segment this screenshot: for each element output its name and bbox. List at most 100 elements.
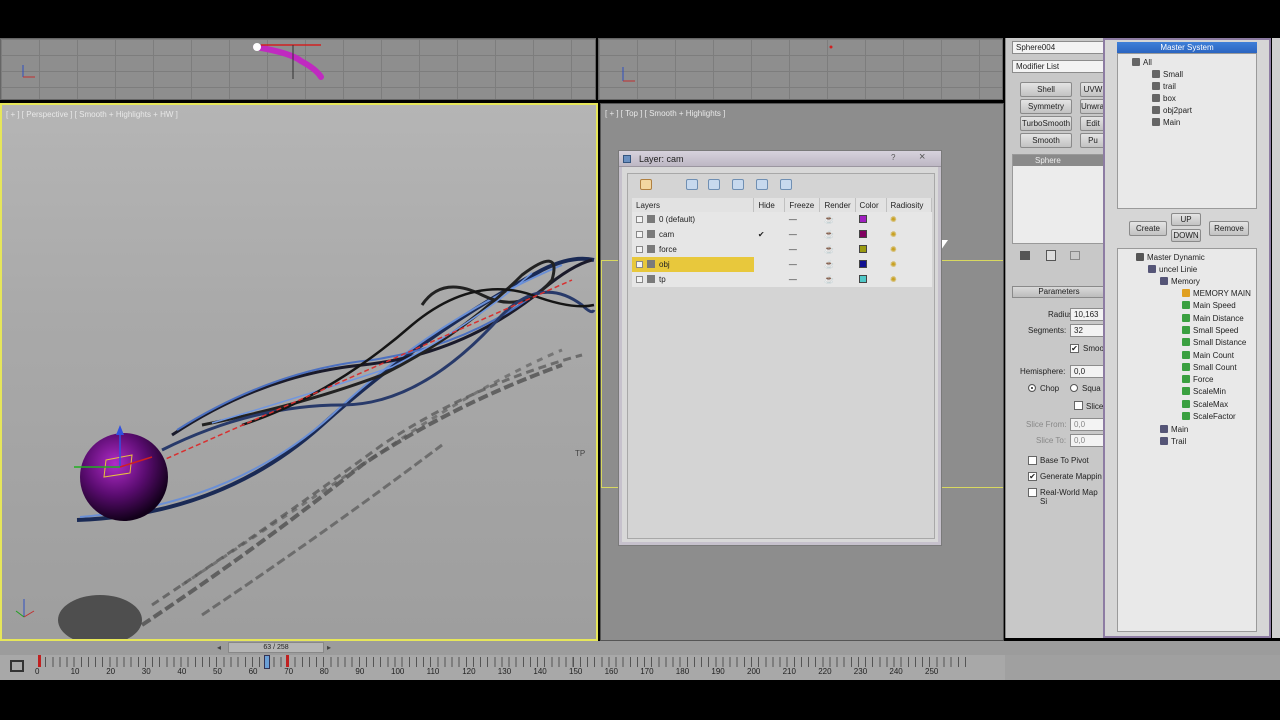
color-swatch[interactable] (859, 259, 868, 268)
make-unique-icon[interactable] (1070, 251, 1080, 260)
col-freeze[interactable]: Freeze (784, 198, 821, 212)
slice-from-input[interactable]: 0,0 (1070, 418, 1106, 431)
layer-name[interactable]: 0 (default) (632, 212, 754, 227)
tree-operator-node[interactable]: Small Speed (1182, 325, 1238, 336)
radiosity-toggle[interactable]: ✺ (886, 272, 931, 287)
smooth-button[interactable]: Smooth (1020, 133, 1072, 148)
turbosmooth-button[interactable]: TurboSmooth (1020, 116, 1072, 131)
layer-row[interactable]: obj — ☕ ✺ (632, 257, 932, 272)
freeze-toggle[interactable]: — (785, 212, 820, 227)
radius-input[interactable]: 10,163 (1070, 308, 1106, 321)
stack-item-sphere[interactable]: Sphere (1013, 155, 1105, 166)
real-world-checkbox[interactable] (1028, 488, 1037, 497)
track-view-icon[interactable] (10, 660, 24, 672)
base-to-pivot-checkbox[interactable] (1028, 456, 1037, 465)
object-name-field[interactable]: Sphere004 (1012, 41, 1106, 54)
master-system-title[interactable]: Master System (1117, 42, 1257, 53)
expand-icon[interactable] (636, 216, 643, 223)
expand-icon[interactable] (636, 276, 643, 283)
generate-mapping-checkbox[interactable]: ✔ (1028, 472, 1037, 481)
radiosity-toggle[interactable]: ✺ (886, 227, 931, 242)
tree-operator-node[interactable]: Main Count (1182, 350, 1234, 361)
color-swatch-cell[interactable] (855, 272, 886, 287)
tree-node[interactable]: obj2part (1152, 106, 1192, 116)
prev-frame-icon[interactable]: ◂ (217, 643, 221, 652)
render-toggle[interactable]: ☕ (820, 227, 855, 242)
up-button[interactable]: UP (1171, 213, 1201, 226)
tree-operator-node[interactable]: Small Count (1182, 362, 1237, 373)
render-toggle[interactable]: ☕ (820, 242, 855, 257)
col-color[interactable]: Color (855, 198, 887, 212)
modifier-stack[interactable]: Sphere (1012, 154, 1106, 244)
radiosity-toggle[interactable]: ✺ (886, 212, 931, 227)
expand-icon[interactable] (636, 261, 643, 268)
tree-operator-node[interactable]: MEMORY MAIN (1182, 289, 1251, 299)
slice-to-input[interactable]: 0,0 (1070, 434, 1106, 447)
col-hide[interactable]: Hide (753, 198, 786, 212)
time-slider[interactable]: 63 / 258 (228, 642, 324, 653)
modifier-list-dropdown[interactable]: Modifier List (1012, 60, 1106, 73)
top-right-viewport[interactable] (598, 38, 1003, 100)
render-toggle[interactable]: ☕ (820, 257, 855, 272)
color-swatch-cell[interactable] (855, 212, 886, 227)
tree-root-node[interactable]: Master Dynamic (1136, 253, 1205, 263)
hide-toggle[interactable] (754, 272, 785, 287)
color-swatch-cell[interactable] (855, 227, 886, 242)
pin-stack-icon[interactable] (1020, 251, 1030, 260)
help-button[interactable]: ? (891, 153, 895, 162)
parameters-rollout[interactable]: Parameters (1012, 286, 1106, 298)
expand-icon[interactable] (636, 246, 643, 253)
tree-group-node[interactable]: Memory (1160, 277, 1200, 287)
select-objects-icon[interactable] (756, 179, 768, 190)
col-radiosity[interactable]: Radiosity (886, 198, 933, 212)
add-to-layer-icon[interactable] (732, 179, 744, 190)
render-toggle[interactable]: ☕ (820, 212, 855, 227)
create-layer-icon[interactable] (686, 179, 698, 190)
tree-operator-node[interactable]: Main Speed (1182, 301, 1236, 311)
timeline-track[interactable]: 0 10 20 30 40 50 60 70 80 90 100 110 120 130 140 150 160… (0, 655, 1005, 680)
tree-node[interactable]: Main (1152, 118, 1180, 128)
shell-button[interactable]: Shell (1020, 82, 1072, 97)
layer-name[interactable]: cam (632, 227, 754, 242)
freeze-toggle[interactable]: — (785, 227, 820, 242)
col-layers[interactable]: Layers (632, 198, 755, 212)
tree-operator-node[interactable]: ScaleMax (1182, 399, 1228, 410)
radiosity-toggle[interactable]: ✺ (886, 242, 931, 257)
layer-name[interactable]: tp (632, 272, 754, 287)
freeze-toggle[interactable]: — (785, 272, 820, 287)
close-button[interactable]: × (919, 151, 925, 163)
layer-row[interactable]: force — ☕ ✺ (632, 242, 932, 257)
remove-button[interactable]: Remove (1209, 221, 1249, 236)
tree-tail-node[interactable]: Main (1160, 425, 1188, 435)
freeze-toggle[interactable]: — (785, 257, 820, 272)
highlight-layer-icon[interactable] (780, 179, 792, 190)
hide-toggle[interactable] (754, 212, 785, 227)
radiosity-toggle[interactable]: ✺ (886, 257, 931, 272)
tree-tail-node[interactable]: Trail (1160, 437, 1186, 447)
tree-child-node[interactable]: uncel Linie (1148, 265, 1197, 275)
perspective-viewport[interactable]: [ + ] [ Perspective ] [ Smooth + Highlig… (0, 103, 598, 641)
next-frame-icon[interactable]: ▸ (327, 643, 331, 652)
tree-operator-node[interactable]: Main Distance (1182, 313, 1244, 324)
color-swatch[interactable] (859, 214, 868, 223)
col-render[interactable]: Render (819, 198, 856, 212)
segments-input[interactable]: 32 (1070, 324, 1106, 337)
color-swatch-cell[interactable] (855, 257, 886, 272)
squash-radio[interactable] (1070, 384, 1078, 392)
layer-name[interactable]: force (632, 242, 754, 257)
layer-row[interactable]: cam ✔ — ☕ ✺ (632, 227, 932, 242)
show-end-result-icon[interactable] (1046, 250, 1056, 261)
chop-radio[interactable] (1028, 384, 1036, 392)
hide-toggle[interactable] (754, 242, 785, 257)
smooth-checkbox[interactable]: ✔ (1070, 344, 1079, 353)
render-toggle[interactable]: ☕ (820, 272, 855, 287)
create-button[interactable]: Create (1129, 221, 1167, 236)
tree-operator-node[interactable]: ScaleMin (1182, 387, 1226, 397)
top-viewport-label[interactable]: [ + ] [ Top ] [ Smooth + Highlights ] (605, 109, 725, 118)
tree-operator-node[interactable]: Force (1182, 375, 1213, 385)
down-button[interactable]: DOWN (1171, 229, 1201, 242)
expand-icon[interactable] (636, 231, 643, 238)
color-swatch[interactable] (859, 244, 868, 253)
tree-node[interactable]: trail (1152, 82, 1176, 92)
slice-checkbox[interactable] (1074, 401, 1083, 410)
